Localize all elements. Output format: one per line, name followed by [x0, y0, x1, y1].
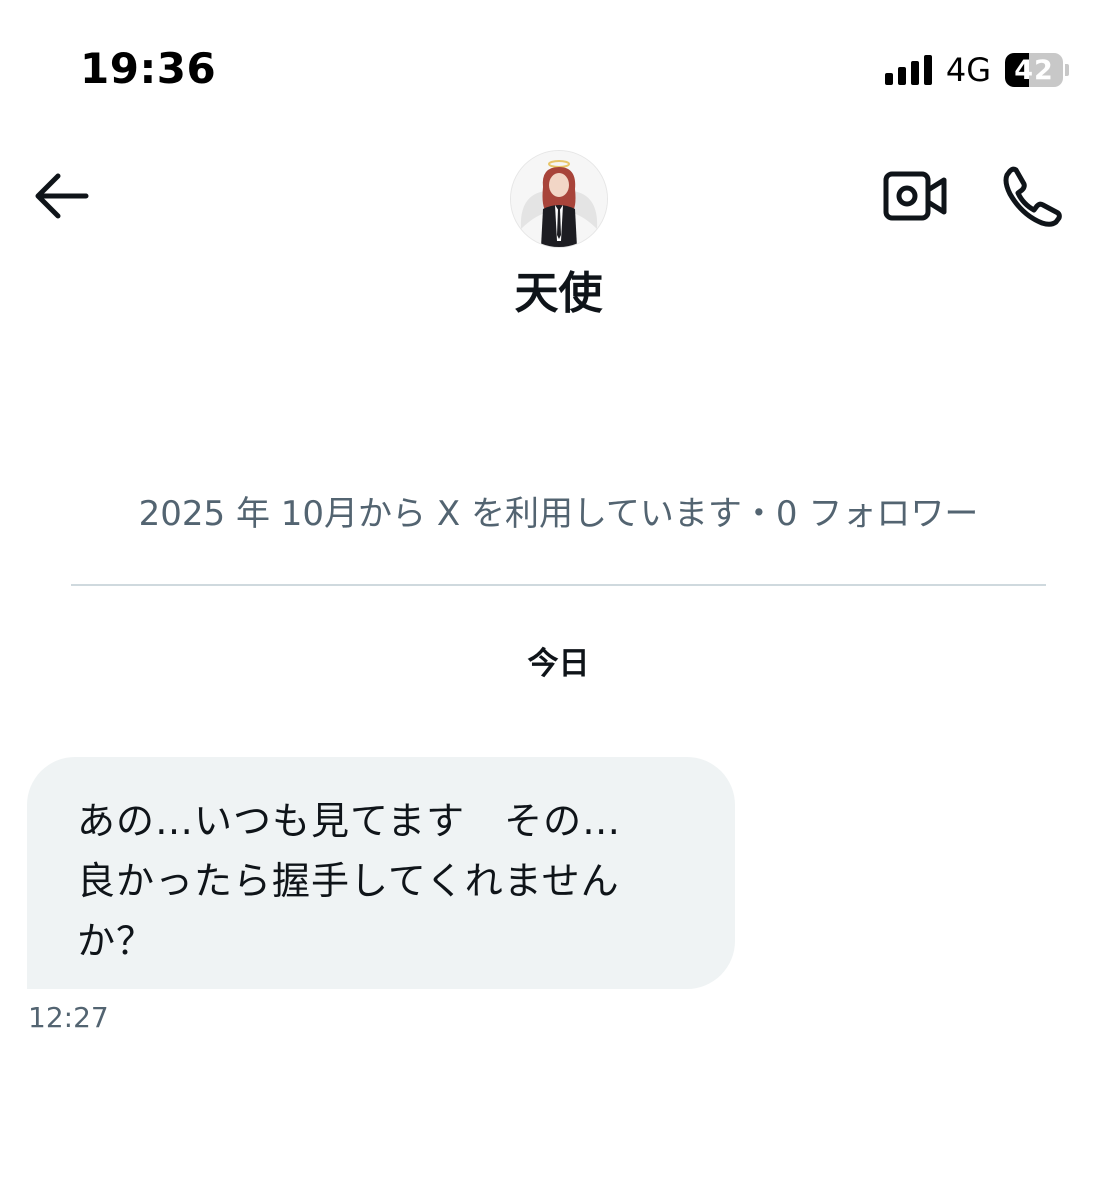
- message-text: あの…いつも見てます その… 良かったら握手してくれません か？: [77, 791, 695, 971]
- message-bubble[interactable]: あの…いつも見てます その… 良かったら握手してくれません か？: [27, 757, 735, 989]
- video-camera-icon: [883, 171, 947, 221]
- status-indicators: 4G 42: [884, 48, 1069, 92]
- battery-icon: 42: [1005, 53, 1069, 87]
- message-timestamp: 12:27: [28, 1001, 109, 1034]
- video-call-button[interactable]: [882, 168, 948, 224]
- day-label: 今日: [527, 646, 590, 682]
- divider: [71, 584, 1046, 586]
- phone-icon: [1003, 166, 1062, 227]
- message-line: 良かったら握手してくれません: [77, 859, 620, 903]
- status-time: 19:36: [80, 44, 217, 93]
- message-line: か？: [77, 919, 156, 963]
- network-type: 4G: [945, 51, 991, 89]
- avatar[interactable]: [510, 150, 608, 248]
- profile-meta: 2025 年 10月から X を利用しています・0 フォロワー: [138, 494, 979, 534]
- voice-call-button[interactable]: [998, 164, 1066, 228]
- angel-avatar: [511, 151, 607, 247]
- conversation-name: 天使: [514, 268, 603, 319]
- signal-icon: [884, 55, 932, 85]
- message-line: あの…いつも見てます その…: [77, 799, 622, 843]
- arrow-left-icon: [35, 173, 89, 219]
- battery-level: 42: [1014, 54, 1054, 86]
- back-button[interactable]: [32, 170, 90, 222]
